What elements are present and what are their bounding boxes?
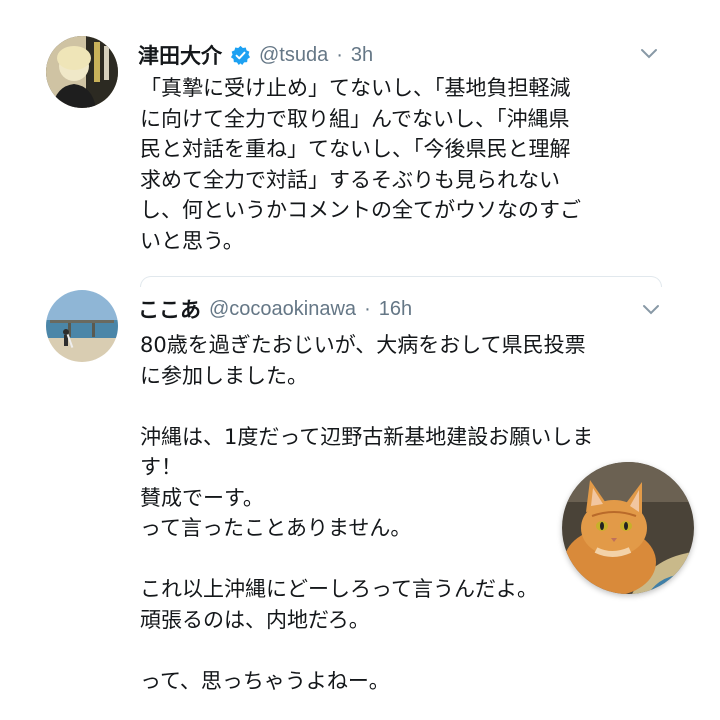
cocoa-avatar[interactable]: [46, 290, 118, 362]
tweet1-handle[interactable]: @tsuda: [259, 44, 328, 67]
tweet1-chevron-down-icon[interactable]: [638, 42, 660, 64]
quoted-tweet-border: [140, 276, 662, 287]
cat-photo-overlay: [562, 462, 694, 594]
tweet1-text: 「真摯に受け止め」てないし、「基地負担軽減 に向けて全力で取り組」んでないし、「…: [140, 76, 581, 253]
tweet1-timestamp[interactable]: 3h: [351, 44, 373, 67]
tweet2-chevron-down-icon[interactable]: [640, 298, 662, 320]
verified-badge-icon: [230, 45, 251, 66]
beach-avatar-image: [46, 290, 118, 362]
tweet2-timestamp[interactable]: 16h: [379, 298, 412, 321]
tweet2-separator: ·: [364, 297, 371, 320]
tweet2-header: ここあ @cocoaokinawa · 16h: [138, 294, 412, 324]
tweet2-author-name[interactable]: ここあ: [138, 294, 201, 324]
tweet1-separator: ·: [336, 43, 343, 66]
tsuda-avatar-image: [46, 36, 118, 108]
tsuda-avatar[interactable]: [46, 36, 118, 108]
tweet2-handle[interactable]: @cocoaokinawa: [209, 298, 356, 321]
tweet1-header: 津田大介 @tsuda · 3h: [138, 40, 373, 70]
tweet2-text: 80歳を過ぎたおじいが、大病をおして県民投票 に参加しました。 沖縄は、1度だっ…: [140, 333, 594, 693]
tweet1-author-name[interactable]: 津田大介: [138, 40, 222, 70]
cat-image: [562, 462, 694, 594]
